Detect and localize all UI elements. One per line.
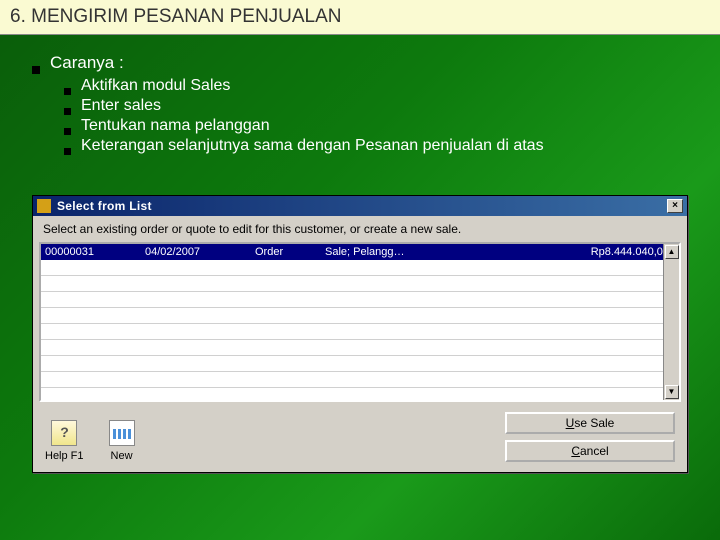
dialog-icon xyxy=(37,199,51,213)
list-item: Enter sales xyxy=(64,97,710,115)
select-from-list-dialog: Select from List × Select an existing or… xyxy=(32,195,688,473)
vertical-scrollbar[interactable]: ▲ ▼ xyxy=(663,244,679,400)
list-item: Aktifkan modul Sales xyxy=(64,77,710,95)
slide-content: Caranya : Aktifkan modul Sales Enter sal… xyxy=(0,35,720,167)
row-date: 04/02/2007 xyxy=(145,244,255,260)
row-desc: Sale; Pelangg… xyxy=(325,244,555,260)
dialog-buttons: Help F1 New Use Sale Cancel xyxy=(39,402,681,466)
step-text: Keterangan selanjutnya sama dengan Pesan… xyxy=(81,137,544,155)
list-item: Tentukan nama pelanggan xyxy=(64,117,710,135)
list-grid xyxy=(41,260,663,400)
order-list[interactable]: 00000031 04/02/2007 Order Sale; Pelangg…… xyxy=(39,242,681,402)
row-id: 00000031 xyxy=(45,244,145,260)
intro-line: Caranya : xyxy=(32,53,710,73)
bullet-icon xyxy=(64,128,71,135)
bullet-icon xyxy=(64,88,71,95)
step-text: Aktifkan modul Sales xyxy=(81,77,230,95)
new-icon xyxy=(109,420,135,446)
use-sale-button[interactable]: Use Sale xyxy=(505,412,675,434)
dialog-instruction: Select an existing order or quote to edi… xyxy=(39,220,681,242)
new-label: New xyxy=(111,450,133,462)
bullet-icon xyxy=(64,108,71,115)
step-text: Tentukan nama pelanggan xyxy=(81,117,270,135)
bullet-icon xyxy=(32,66,40,74)
selected-row[interactable]: 00000031 04/02/2007 Order Sale; Pelangg…… xyxy=(41,244,679,260)
scroll-down-icon[interactable]: ▼ xyxy=(665,385,679,399)
help-icon xyxy=(51,420,77,446)
bullet-icon xyxy=(64,148,71,155)
use-label: se Sale xyxy=(574,416,614,430)
dialog-body: Select an existing order or quote to edi… xyxy=(33,216,687,472)
scroll-track[interactable] xyxy=(664,260,679,384)
help-button[interactable]: Help F1 xyxy=(45,418,84,462)
cancel-button[interactable]: Cancel xyxy=(505,440,675,462)
dialog-titlebar: Select from List × xyxy=(33,196,687,216)
cancel-label: ancel xyxy=(580,444,609,458)
help-label: Help F1 xyxy=(45,450,84,462)
close-button[interactable]: × xyxy=(667,199,683,213)
steps-list: Aktifkan modul Sales Enter sales Tentuka… xyxy=(64,77,710,155)
intro-text: Caranya : xyxy=(50,53,124,73)
list-item: Keterangan selanjutnya sama dengan Pesan… xyxy=(64,137,710,155)
slide-title: 6. MENGIRIM PESANAN PENJUALAN xyxy=(0,0,720,35)
scroll-up-icon[interactable]: ▲ xyxy=(665,245,679,259)
dialog-title: Select from List xyxy=(57,199,667,213)
row-type: Order xyxy=(255,244,325,260)
row-amount: Rp8.444.040,00 xyxy=(555,244,675,260)
new-button[interactable]: New xyxy=(106,418,138,462)
step-text: Enter sales xyxy=(81,97,161,115)
